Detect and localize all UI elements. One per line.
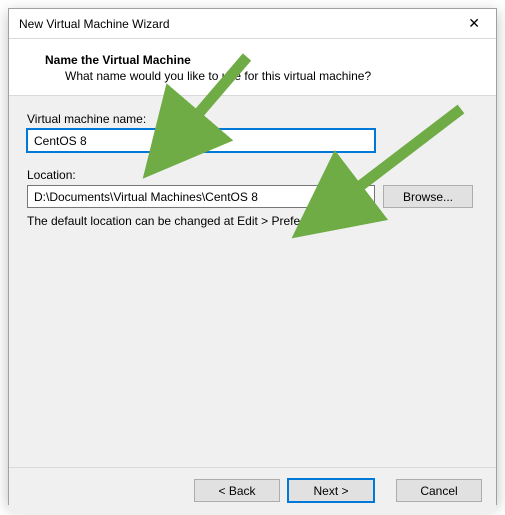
window-title: New Virtual Machine Wizard [19, 17, 170, 31]
cancel-button[interactable]: Cancel [396, 479, 482, 502]
vm-name-input[interactable] [27, 129, 375, 152]
footer: < Back Next > Cancel [9, 467, 496, 513]
page-title: Name the Virtual Machine [45, 53, 486, 67]
wizard-header: Name the Virtual Machine What name would… [9, 39, 496, 96]
content-area: Virtual machine name: Location: Browse..… [9, 96, 496, 467]
location-input[interactable] [27, 185, 375, 208]
page-subtitle: What name would you like to use for this… [65, 69, 486, 83]
back-button[interactable]: < Back [194, 479, 280, 502]
vm-name-label: Virtual machine name: [27, 112, 478, 126]
location-label: Location: [27, 168, 478, 182]
close-icon[interactable]: ✕ [460, 11, 488, 36]
next-button[interactable]: Next > [288, 479, 374, 502]
hint-text: The default location can be changed at E… [27, 214, 478, 228]
titlebar: New Virtual Machine Wizard ✕ [9, 9, 496, 39]
browse-button[interactable]: Browse... [383, 185, 473, 208]
wizard-dialog: New Virtual Machine Wizard ✕ Name the Vi… [8, 8, 497, 505]
